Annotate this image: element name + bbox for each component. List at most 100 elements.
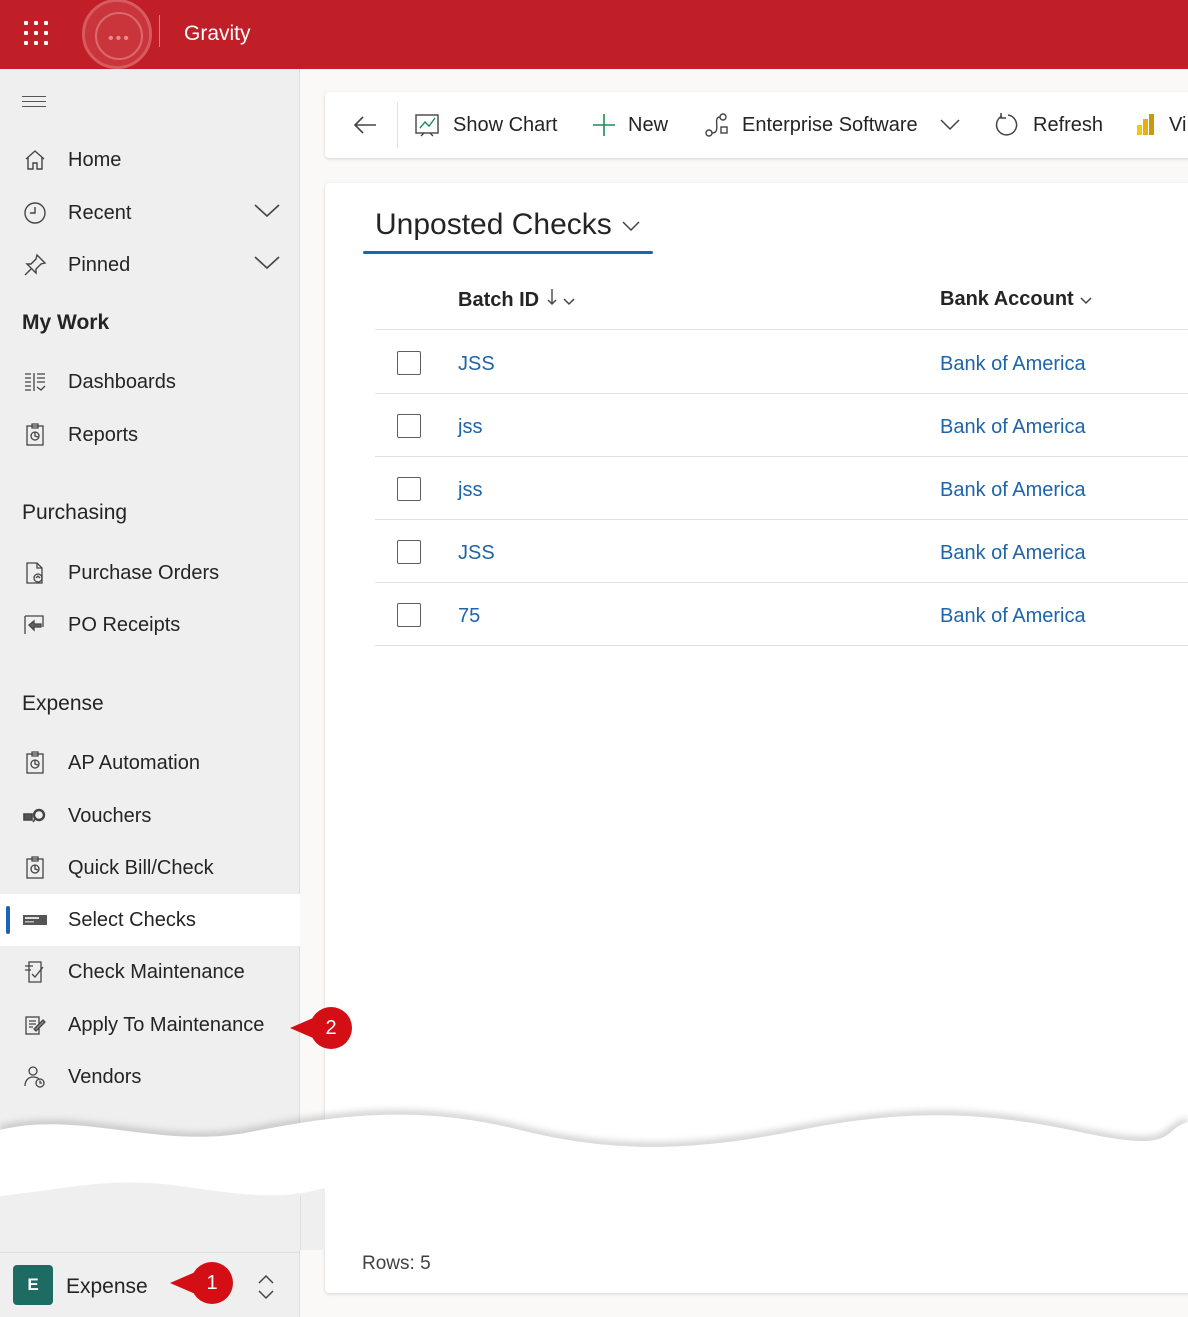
sidebar-item-label: Quick Bill/Check (68, 856, 214, 879)
sidebar-item-apply-to-maintenance[interactable]: Apply To Maintenance (0, 999, 300, 1051)
bank-account-link[interactable]: Bank of America (940, 353, 1086, 376)
pin-icon (22, 252, 48, 278)
sidebar-item-vouchers[interactable]: Vouchers (0, 790, 300, 842)
sort-down-arrow-icon (547, 288, 557, 312)
apply-maintenance-icon (22, 1012, 48, 1038)
flow-icon (704, 113, 730, 137)
sidebar-item-purchase-orders[interactable]: Purchase Orders (0, 547, 300, 599)
row-checkbox[interactable] (397, 540, 421, 564)
batch-id-link[interactable]: JSS (458, 542, 495, 565)
visualize-label: Vi (1169, 113, 1187, 136)
batch-id-link[interactable]: JSS (458, 353, 495, 376)
sidebar-item-label: Check Maintenance (68, 960, 245, 983)
row-checkbox[interactable] (397, 414, 421, 438)
header-divider (375, 329, 1188, 330)
new-label: New (628, 113, 669, 136)
enterprise-software-dropdown[interactable] (940, 92, 960, 158)
bank-account-link[interactable]: Bank of America (940, 605, 1086, 628)
app-header: ••• Gravity (0, 0, 1188, 69)
callout-marker-2: 2 (290, 1007, 352, 1049)
batch-id-link[interactable]: jss (458, 479, 482, 502)
refresh-button[interactable]: Refresh (995, 92, 1103, 158)
sidebar-item-label: Apply To Maintenance (68, 1013, 265, 1036)
view-selector[interactable]: Unposted Checks (375, 208, 612, 242)
dashboard-icon (22, 369, 48, 395)
clock-icon (22, 200, 48, 226)
sidebar-item-label: Vouchers (68, 804, 152, 827)
new-button[interactable]: New (592, 92, 668, 158)
header-divider (159, 15, 160, 47)
rows-count: Rows: 5 (362, 1253, 431, 1274)
chart-icon (415, 113, 441, 137)
sidebar-item-label: Recent (68, 201, 132, 224)
sidebar-item-label: Purchase Orders (68, 561, 220, 584)
table-row[interactable]: 75 Bank of America (375, 583, 1188, 646)
command-separator (397, 102, 398, 148)
column-header-label: Batch ID (458, 288, 540, 311)
sidebar-item-select-checks[interactable]: Select Checks (0, 894, 300, 946)
chevron-down-icon[interactable] (254, 203, 280, 223)
command-bar: Show Chart New Enterprise Software Refre… (325, 92, 1188, 158)
table-row[interactable]: JSS Bank of America (375, 520, 1188, 583)
purchase-order-icon (22, 560, 48, 586)
sidebar-item-home[interactable]: Home (0, 134, 300, 186)
visualize-button[interactable]: Vi (1135, 92, 1186, 158)
sidebar-item-reports[interactable]: Reports (0, 409, 300, 461)
report-icon (22, 422, 48, 448)
group-title-expense: Expense (22, 692, 104, 715)
refresh-label: Refresh (1033, 113, 1104, 136)
app-name[interactable]: Gravity (184, 22, 251, 46)
chevron-down-icon[interactable] (622, 218, 640, 236)
voucher-icon (22, 803, 48, 829)
app-launcher-icon[interactable] (24, 21, 48, 45)
back-button[interactable] (353, 92, 389, 158)
chevron-down-icon (940, 114, 960, 137)
hamburger-menu-icon[interactable] (22, 96, 46, 108)
enterprise-software-button[interactable]: Enterprise Software (704, 92, 918, 158)
vendors-icon (22, 1064, 48, 1090)
sidebar-item-vendors[interactable]: Vendors (0, 1051, 300, 1103)
report-icon (22, 750, 48, 776)
batch-id-link[interactable]: jss (458, 416, 482, 439)
column-header-batch-id[interactable]: Batch ID (458, 288, 575, 312)
table-row[interactable]: jss Bank of America (375, 457, 1188, 520)
sidebar-item-label: Pinned (68, 253, 131, 276)
chevron-down-icon (1080, 288, 1092, 311)
row-checkbox[interactable] (397, 477, 421, 501)
area-badge: E (13, 1265, 53, 1305)
bank-account-link[interactable]: Bank of America (940, 479, 1086, 502)
column-header-bank-account[interactable]: Bank Account (940, 288, 1092, 311)
sidebar-item-recent[interactable]: Recent (0, 187, 300, 239)
enterprise-software-label: Enterprise Software (742, 113, 918, 136)
power-bi-icon (1135, 113, 1157, 137)
table-row[interactable]: JSS Bank of America (375, 331, 1188, 394)
plus-icon (592, 113, 616, 137)
column-header-label: Bank Account (940, 288, 1074, 310)
sidebar-item-pinned[interactable]: Pinned (0, 239, 300, 291)
row-checkbox[interactable] (397, 603, 421, 627)
sidebar-item-check-maintenance[interactable]: Check Maintenance (0, 946, 300, 998)
view-selector-underline (363, 251, 653, 254)
chevron-down-icon[interactable] (254, 255, 280, 275)
show-chart-button[interactable]: Show Chart (415, 92, 558, 158)
refresh-icon (995, 112, 1021, 138)
area-switcher[interactable]: E Expense (0, 1252, 300, 1317)
sidebar-item-po-receipts[interactable]: PO Receipts (0, 599, 300, 651)
area-name: Expense (66, 1275, 148, 1298)
sidebar-item-label: AP Automation (68, 751, 200, 774)
bank-account-link[interactable]: Bank of America (940, 416, 1086, 439)
group-title-purchasing: Purchasing (22, 501, 128, 524)
check-maintenance-icon (22, 959, 48, 985)
row-checkbox[interactable] (397, 351, 421, 375)
sidebar-item-ap-automation[interactable]: AP Automation (0, 737, 300, 789)
sidebar-item-label: Home (68, 148, 122, 171)
sidebar-item-quick-bill-check[interactable]: Quick Bill/Check (0, 842, 300, 894)
callout-marker-1: 1 (170, 1262, 233, 1304)
sidebar-item-dashboards[interactable]: Dashboards (0, 356, 300, 408)
receipt-icon (22, 612, 48, 638)
batch-id-link[interactable]: 75 (458, 605, 480, 628)
chevron-up-down-icon[interactable] (256, 1273, 276, 1306)
table-row[interactable]: jss Bank of America (375, 394, 1188, 457)
bank-account-link[interactable]: Bank of America (940, 542, 1086, 565)
home-icon (22, 147, 48, 173)
